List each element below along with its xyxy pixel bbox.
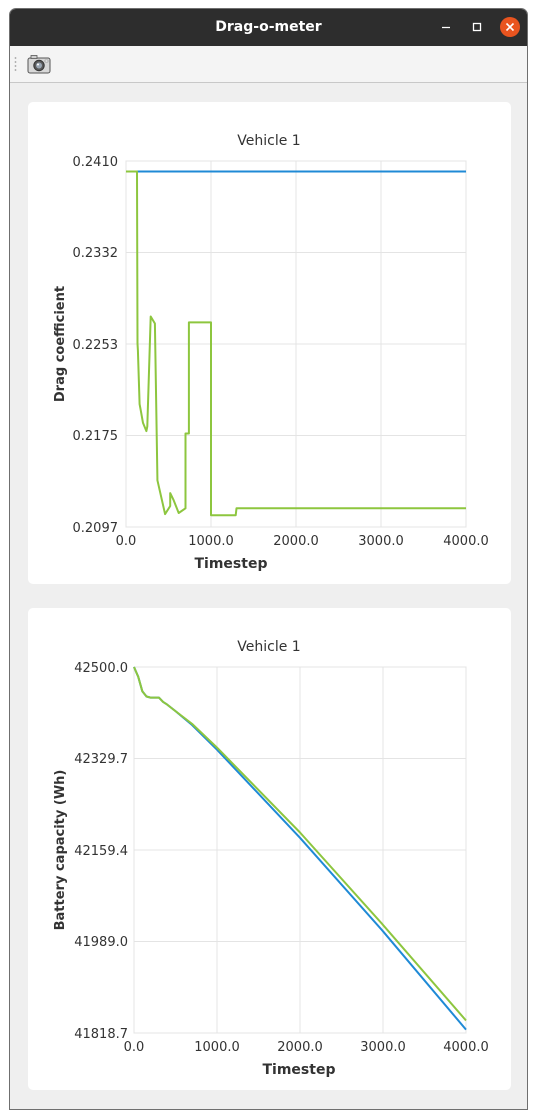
x-tick-label: 4000.0 bbox=[443, 1040, 489, 1055]
x-tick-label: 4000.0 bbox=[443, 534, 489, 549]
x-axis-label: Timestep bbox=[195, 556, 268, 572]
y-axis-label: Battery capacity (Wh) bbox=[53, 770, 68, 931]
x-tick-label: 3000.0 bbox=[358, 534, 404, 549]
y-tick-label: 42159.4 bbox=[74, 844, 128, 859]
title-bar: Drag-o-meter bbox=[10, 9, 527, 46]
minimize-button[interactable] bbox=[436, 17, 456, 37]
close-icon bbox=[505, 22, 515, 32]
x-tick-label: 1000.0 bbox=[194, 1040, 240, 1055]
y-tick-label: 42500.0 bbox=[74, 661, 128, 676]
y-axis-label: Drag coefficient bbox=[53, 286, 68, 402]
x-tick-label: 1000.0 bbox=[188, 534, 234, 549]
y-tick-label: 0.2332 bbox=[73, 246, 119, 261]
x-tick-label: 2000.0 bbox=[277, 1040, 323, 1055]
y-tick-label: 0.2253 bbox=[73, 338, 119, 353]
camera-icon[interactable] bbox=[26, 53, 52, 75]
chart-title: Vehicle 1 bbox=[237, 133, 300, 149]
y-tick-label: 0.2097 bbox=[73, 521, 119, 536]
x-axis-label: Timestep bbox=[263, 1062, 336, 1078]
maximize-icon bbox=[472, 22, 482, 32]
y-tick-label: 0.2410 bbox=[73, 155, 119, 170]
y-tick-label: 41818.7 bbox=[74, 1027, 128, 1042]
y-tick-label: 42329.7 bbox=[74, 752, 128, 767]
x-tick-label: 0.0 bbox=[116, 534, 137, 549]
y-tick-label: 0.2175 bbox=[73, 429, 119, 444]
toolbar bbox=[10, 46, 527, 83]
toolbar-grip-icon[interactable] bbox=[14, 56, 17, 72]
drag-chart: Vehicle 1 Timestep Drag coefficient 0.24… bbox=[53, 133, 489, 572]
app-window: Drag-o-meter Vehicle 1 Timestep Drag coe… bbox=[9, 8, 528, 1110]
drag-chart-panel: Vehicle 1 Timestep Drag coefficient 0.24… bbox=[28, 102, 511, 584]
y-tick-label: 41989.0 bbox=[74, 935, 128, 950]
x-tick-label: 3000.0 bbox=[360, 1040, 406, 1055]
minimize-icon bbox=[442, 26, 450, 29]
close-button[interactable] bbox=[500, 17, 520, 37]
x-tick-label: 0.0 bbox=[124, 1040, 145, 1055]
battery-chart-panel: Vehicle 1 Timestep Battery capacity (Wh)… bbox=[28, 608, 511, 1090]
chart-title: Vehicle 1 bbox=[237, 639, 300, 655]
x-tick-label: 2000.0 bbox=[273, 534, 319, 549]
maximize-button[interactable] bbox=[467, 17, 487, 37]
battery-chart: Vehicle 1 Timestep Battery capacity (Wh)… bbox=[53, 639, 489, 1078]
